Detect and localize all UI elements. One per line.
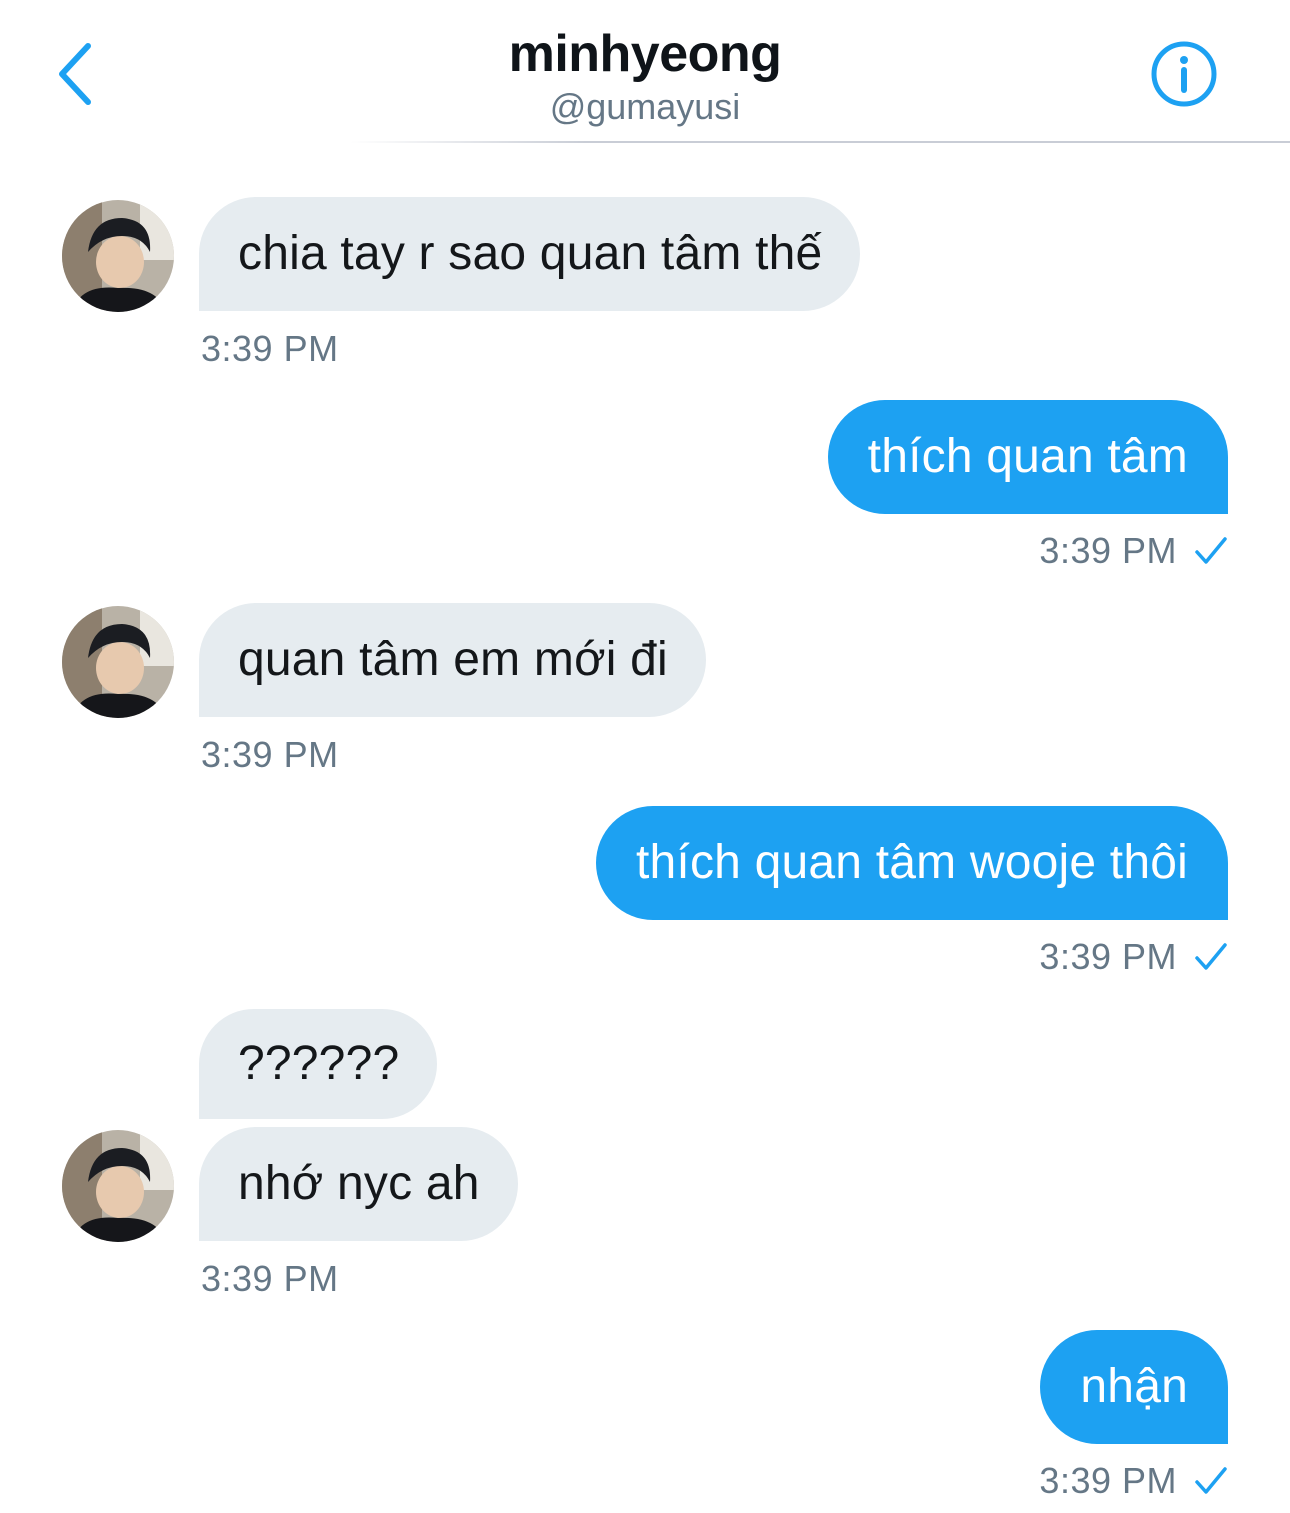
message-timestamp: 3:39 PM: [1039, 530, 1177, 571]
avatar[interactable]: [62, 1130, 174, 1242]
message-timestamp: 3:39 PM: [1039, 936, 1177, 977]
message-bubble-incoming[interactable]: nhớ nyc ah: [199, 1127, 518, 1241]
message-timestamp: 3:39 PM: [201, 1258, 339, 1299]
info-circle-icon: [1151, 41, 1217, 107]
message-bubble-outgoing[interactable]: nhận: [1040, 1330, 1228, 1444]
message-timestamp: 3:39 PM: [201, 734, 339, 775]
message-bubble-outgoing[interactable]: thích quan tâm wooje thôi: [595, 806, 1228, 920]
contact-handle[interactable]: @gumayusi: [0, 86, 1290, 128]
checkmark-icon: [1195, 537, 1227, 564]
avatar-photo: [62, 1130, 174, 1242]
message-bubble-incoming[interactable]: quan tâm em mới đi: [199, 603, 706, 717]
message-bubble-incoming[interactable]: ??????: [199, 1009, 438, 1119]
message-bubble-outgoing[interactable]: thích quan tâm: [827, 400, 1228, 514]
header-divider: [350, 141, 1290, 143]
info-button[interactable]: [1150, 40, 1218, 108]
avatar[interactable]: [62, 200, 174, 312]
checkmark-icon: [1195, 1467, 1227, 1494]
checkmark-icon: [1195, 943, 1227, 970]
avatar[interactable]: [62, 606, 174, 718]
avatar-photo: [62, 606, 174, 718]
message-bubble-incoming[interactable]: chia tay r sao quan tâm thế: [199, 197, 861, 311]
avatar-photo: [62, 200, 174, 312]
contact-name[interactable]: minhyeong: [0, 24, 1290, 84]
message-timestamp: 3:39 PM: [1039, 1460, 1177, 1501]
message-timestamp: 3:39 PM: [201, 328, 339, 369]
conversation-header: minhyeong @gumayusi: [0, 0, 1290, 143]
